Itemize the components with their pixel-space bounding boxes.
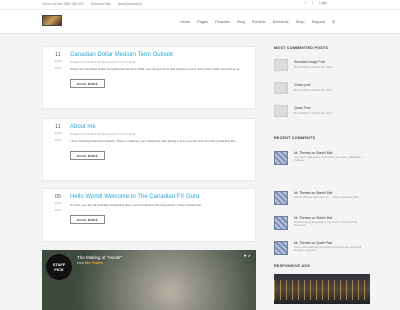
post-month: AUG — [54, 131, 62, 135]
read-more-button[interactable]: READ MORE — [70, 151, 106, 160]
comment-excerpt: Curabitur nulla lectus, commodo eget ant… — [294, 154, 365, 163]
post-month: AUG — [54, 201, 62, 205]
nav-item-home[interactable]: Home — [180, 20, 190, 24]
post-year: 2013 — [54, 66, 62, 70]
recent-comments-heading: RECENT COMMENTS — [274, 136, 316, 140]
video-author[interactable]: Ben Powers — [85, 261, 103, 265]
recent-comment-item[interactable]: Mr. Themes on Sketch Bolt Curabitur null… — [274, 151, 370, 171]
city-lights-decoration — [274, 280, 370, 300]
post-year: 2013 — [54, 138, 62, 142]
post-date: 05 AUG 2013 — [49, 194, 67, 212]
recent-post-item[interactable]: Quote Post By FXFrbkl on March 10, 2014 — [274, 105, 370, 119]
nav-item-blog[interactable]: Blog — [237, 20, 245, 24]
avatar — [274, 191, 288, 205]
blog-post: 11 AUG 2013 Canadian Dollar Medium Term … — [42, 46, 256, 109]
main-nav: Home Pages Features Blog Portfolio Eleme… — [180, 19, 341, 24]
facebook-icon[interactable]: f — [305, 1, 306, 5]
comment-excerpt: Cum sociis natoque penatibus et magnis d… — [294, 244, 362, 253]
login-link[interactable]: Login — [319, 1, 327, 5]
post-excerpt: I love watching financial markets. There… — [70, 139, 238, 143]
recent-post-date: By FXFrbkl on March 10, 2014 — [294, 111, 332, 115]
recent-post-title[interactable]: Vimeo post — [294, 83, 310, 87]
post-title[interactable]: Canadian Dollar Medium Term Outlook — [70, 52, 250, 58]
post-thumbnail[interactable] — [274, 59, 288, 71]
staff-pick-badge: STAFF PICK — [46, 254, 72, 280]
video-byline: from Ben Powers — [77, 261, 103, 265]
blog-post: 05 AUG 2013 Hello World! Welcome to The … — [42, 188, 256, 242]
recent-post-title[interactable]: Quote Post — [294, 106, 311, 110]
post-month: AUG — [54, 59, 62, 63]
read-more-button[interactable]: READ MORE — [70, 79, 106, 88]
post-day: 11 — [55, 124, 61, 130]
post-year: 2013 — [54, 208, 62, 212]
recent-comment-item[interactable]: Mr. Themes on Sketch Bolt Sed at ultrici… — [274, 191, 370, 211]
nav-item-features[interactable]: Features — [215, 20, 230, 24]
post-excerpt: Today the Canadian dollar strengthened b… — [70, 67, 243, 71]
video-action-icons: ♥ ➚ — [244, 253, 251, 258]
staff-pick-line2: PICK — [54, 267, 64, 272]
post-date: 11 AUG 2013 — [49, 124, 67, 142]
post-excerpt: To start, you are all probably wondering… — [70, 203, 204, 207]
search-icon[interactable]: ⚲ — [332, 20, 335, 24]
video-from: from — [77, 261, 84, 265]
ads-heading: RESPONSIVE ADS — [274, 264, 311, 268]
post-thumbnail[interactable] — [274, 82, 288, 94]
post-day: 05 — [54, 194, 62, 200]
nav-item-elements[interactable]: Elements — [273, 20, 289, 24]
post-meta: Posted by FXFrbkl | Uncategorized | 0 co… — [70, 132, 136, 136]
site-header: Home Pages Features Blog Portfolio Eleme… — [0, 10, 400, 34]
recent-posts-heading: MOST COMMENTED POSTS — [274, 46, 329, 50]
read-more-button[interactable]: READ MORE — [70, 215, 106, 224]
post-day: 11 — [55, 52, 61, 58]
comment-excerpt: Nulla sit amet scelerisque nisi. Cras ut… — [294, 219, 358, 228]
nav-item-shop[interactable]: Shop — [296, 20, 305, 24]
post-thumbnail[interactable] — [274, 105, 288, 117]
recent-post-title[interactable]: Standard Image Post — [294, 60, 325, 64]
video-title[interactable]: The Making of "Hoots" — [77, 255, 122, 260]
recent-post-date: By FXFrbkl on March 10, 2014 — [294, 65, 332, 69]
video-embed[interactable]: STAFF PICK The Making of "Hoots" from Be… — [42, 250, 256, 310]
recent-comment-item[interactable]: Mr. Themes on Quote Post Cum sociis nato… — [274, 241, 370, 261]
recent-comment-item[interactable]: Mr. Themes on Sketch Bolt Nulla sit amet… — [274, 216, 370, 236]
avatar — [274, 241, 288, 255]
post-title[interactable]: About me — [70, 124, 250, 130]
twitter-icon[interactable]: t — [312, 1, 313, 5]
post-title[interactable]: Hello World! Welcome to The Canadian FX … — [70, 194, 250, 200]
share-icon[interactable]: ➚ — [248, 253, 251, 258]
top-bar-actions: f t Login — [305, 1, 332, 5]
nav-item-portfolio[interactable]: Portfolio — [252, 20, 266, 24]
avatar — [274, 216, 288, 230]
post-date: 11 AUG 2013 — [49, 52, 67, 70]
comment-excerpt: Sed at ultricies nunc sed, ut ... nulla … — [294, 194, 361, 199]
recent-post-date: By FXFrbkl on March 10, 2014 — [294, 88, 332, 92]
nav-item-pages[interactable]: Pages — [197, 20, 208, 24]
like-icon[interactable]: ♥ — [244, 253, 246, 258]
phone-text: Call us toll free 0800 000 000 — [42, 2, 84, 6]
technical-help-link[interactable]: Technical Help — [90, 2, 111, 6]
recent-post-item[interactable]: Vimeo post By FXFrbkl on March 10, 2014 — [274, 82, 370, 96]
avatar — [274, 151, 288, 165]
email-link[interactable]: [email protected] — [118, 2, 142, 6]
nav-item-support[interactable]: Support — [312, 20, 325, 24]
recent-post-item[interactable]: Standard Image Post By FXFrbkl on March … — [274, 59, 370, 73]
top-bar-contact: Call us toll free 0800 000 000 Technical… — [42, 2, 148, 6]
site-logo[interactable] — [42, 15, 62, 26]
blog-post: 11 AUG 2013 About me Posted by FXFrbkl |… — [42, 118, 256, 181]
post-meta: Posted by FXFrbkl | Uncategorized | 0 co… — [70, 60, 136, 64]
top-bar: Call us toll free 0800 000 000 Technical… — [0, 0, 400, 10]
